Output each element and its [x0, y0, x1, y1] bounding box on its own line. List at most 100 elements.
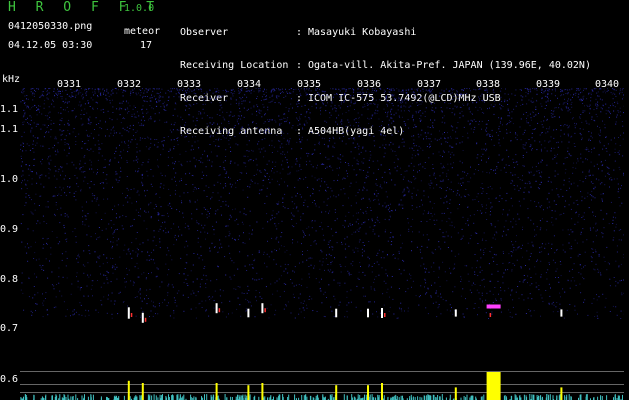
baseline-spike — [213, 395, 215, 400]
baseline-spike — [357, 394, 359, 400]
baseline-spike — [67, 394, 69, 400]
baseline-spike — [282, 394, 284, 400]
baseline-spike — [470, 395, 472, 400]
baseline-spike — [113, 396, 115, 400]
frequency-tick: 1.1 — [0, 124, 19, 135]
baseline-spike — [402, 395, 403, 400]
baseline-spike — [288, 394, 290, 400]
baseline-spike — [396, 396, 398, 400]
baseline-spike — [606, 395, 608, 400]
baseline-spike — [483, 394, 485, 400]
echo-peak — [335, 385, 338, 400]
baseline-spike — [331, 394, 333, 400]
baseline-spike — [153, 394, 155, 400]
info-separator: : — [296, 27, 303, 38]
baseline-spike — [315, 395, 317, 400]
baseline-spike — [400, 395, 402, 400]
baseline-spike — [539, 395, 541, 400]
baseline-spike — [116, 395, 117, 400]
baseline-spike — [179, 395, 181, 400]
echo-peak — [367, 385, 369, 400]
baseline-spike — [523, 394, 525, 400]
echo-peak — [381, 383, 383, 400]
baseline-spike — [549, 394, 551, 400]
datetime: 04.12.05 03:30 — [8, 40, 93, 51]
baseline-spike — [410, 394, 412, 400]
baseline-spike — [171, 395, 173, 400]
baseline-spike — [346, 395, 348, 400]
baseline-spike — [240, 395, 242, 400]
baseline-spike — [149, 394, 151, 400]
echo-peak — [560, 387, 563, 400]
meteor-echo — [486, 304, 501, 317]
baseline-spike — [548, 396, 549, 400]
info-row-observer: Observer: Masayuki Kobayashi — [180, 27, 591, 38]
baseline-spike — [437, 395, 439, 400]
noise-layer — [20, 88, 624, 319]
baseline-spike — [75, 394, 77, 400]
baseline-spike — [182, 396, 184, 400]
baseline-spike — [193, 396, 195, 400]
baseline-spike — [466, 394, 468, 400]
baseline-spike — [190, 394, 192, 400]
baseline-spike — [176, 394, 178, 400]
baseline-spike — [92, 394, 94, 400]
baseline-spike — [505, 396, 507, 400]
baseline-spike — [481, 396, 483, 400]
baseline-spike — [151, 395, 153, 400]
baseline-spike — [155, 395, 157, 400]
baseline-spike — [206, 394, 208, 400]
meteor-echo — [141, 312, 147, 323]
meteor-label: meteor — [124, 26, 161, 37]
info-value: Ogata-vill. Akita-Pref. JAPAN (139.96E, … — [308, 60, 591, 71]
baseline-spike — [244, 394, 246, 400]
baseline-spike — [304, 395, 306, 400]
baseline-spike — [273, 396, 274, 400]
baseline-spike — [81, 395, 83, 400]
baseline-spike — [51, 395, 53, 400]
baseline-spike — [519, 396, 521, 400]
frequency-tick: 0.8 — [0, 274, 19, 285]
meteor-echo — [261, 303, 266, 314]
baseline-spike — [525, 395, 527, 400]
meteor-echo — [247, 308, 250, 318]
baseline-spike — [159, 394, 161, 400]
baseline-spike — [303, 395, 305, 400]
baseline-spike — [359, 395, 361, 400]
baseline-spike — [439, 396, 441, 400]
baseline-spike — [172, 395, 174, 400]
baseline-spike — [301, 395, 303, 400]
baseline-spike — [249, 394, 251, 400]
meteor-echo — [454, 309, 457, 317]
frequency-tick: 0.9 — [0, 224, 19, 235]
meteor-echo — [127, 307, 133, 319]
info-key: Observer — [180, 27, 229, 38]
baseline-spike — [317, 395, 319, 400]
baseline-spike — [392, 396, 394, 400]
baseline-spike — [136, 396, 138, 400]
baseline-spike — [264, 396, 266, 400]
baseline-spike — [24, 394, 26, 400]
echo-peak — [486, 372, 501, 400]
baseline-spike — [622, 394, 623, 400]
baseline-spike — [56, 395, 58, 400]
baseline-spike — [369, 394, 371, 400]
meteor-echo — [367, 308, 369, 318]
baseline-spike — [90, 394, 92, 400]
baseline-spike — [123, 395, 125, 400]
baseline-spike — [585, 394, 587, 400]
baseline-spike — [412, 396, 414, 400]
baseline-spike — [433, 394, 435, 400]
panel-gridline — [20, 384, 624, 385]
frequency-tick: 1.1 — [0, 104, 19, 115]
baseline-spike — [241, 395, 243, 400]
info-row-location: Receiving Location: Ogata-vill. Akita-Pre… — [180, 60, 591, 71]
spectrogram — [20, 88, 624, 323]
meteor-echo — [335, 308, 338, 318]
info-value: Masayuki Kobayashi — [308, 27, 417, 38]
info-separator: : — [296, 60, 303, 71]
baseline-spike — [426, 395, 428, 400]
baseline-spike — [531, 394, 533, 400]
baseline-spike — [72, 396, 74, 400]
baseline-spike — [428, 396, 430, 400]
